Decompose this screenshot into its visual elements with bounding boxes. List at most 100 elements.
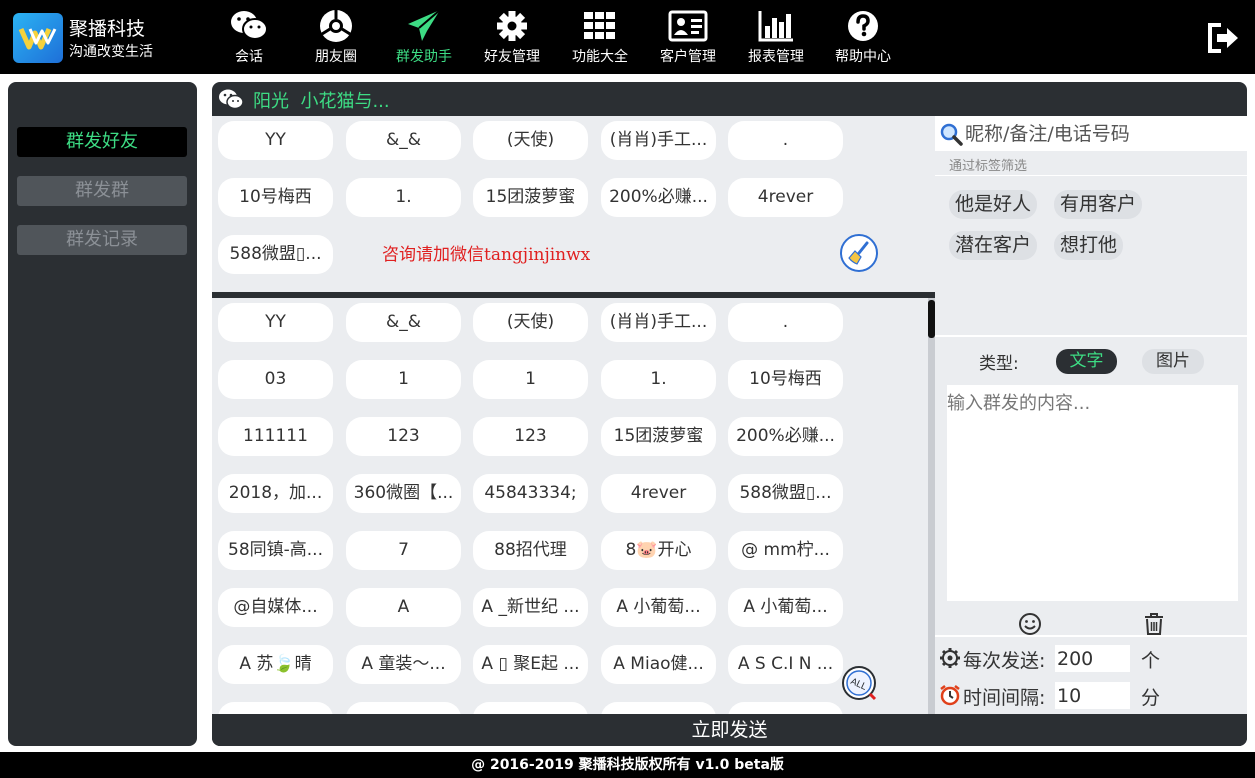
friend-chip[interactable]: A _新世纪 ... — [473, 588, 588, 627]
nav-friend-manage[interactable]: 好友管理 — [472, 8, 552, 68]
friend-chip[interactable]: YY — [218, 303, 333, 342]
interval-unit: 分 — [1141, 687, 1161, 709]
friend-chip[interactable]: (天使) — [473, 303, 588, 342]
friend-chip[interactable]: . — [728, 303, 843, 342]
type-text-button[interactable]: 文字 — [1056, 349, 1117, 374]
friend-chip[interactable]: 1 — [473, 360, 588, 399]
friend-chip[interactable]: &_& — [346, 121, 461, 160]
grid-icon — [560, 8, 640, 44]
friend-chip[interactable]: YY — [218, 121, 333, 160]
alarm-clock-icon — [939, 684, 961, 711]
friend-chip[interactable] — [218, 702, 333, 714]
friend-chip[interactable] — [601, 702, 716, 714]
friend-chip[interactable]: (肖肖)手工... — [601, 121, 716, 160]
friend-chip[interactable]: 123 — [346, 417, 461, 456]
friend-chip[interactable]: A 苏🍃晴 — [218, 645, 333, 684]
account-header: 阳光 小花猫与... — [212, 82, 1247, 116]
friend-chip[interactable] — [346, 702, 461, 714]
tag-chip[interactable]: 潜在客户 — [949, 231, 1038, 260]
friend-chip[interactable]: 58同镇-高... — [218, 531, 333, 570]
friend-chip[interactable]: 4rever — [728, 178, 843, 217]
friend-chip[interactable]: &_& — [346, 303, 461, 342]
friend-chip[interactable]: 4rever — [601, 474, 716, 513]
friend-chip[interactable]: (天使) — [473, 121, 588, 160]
friend-chip[interactable]: . — [728, 121, 843, 160]
paper-plane-icon — [384, 8, 464, 44]
friend-chip[interactable] — [728, 702, 843, 714]
moments-icon — [296, 8, 376, 44]
sidebar: 群发好友 群发群 群发记录 — [8, 82, 197, 746]
friend-chip[interactable]: @ mm柠... — [728, 531, 843, 570]
tag-filter-label: 通过标签筛选 — [949, 159, 1028, 174]
account-title: 阳光 小花猫与... — [253, 91, 390, 112]
nav-moments[interactable]: 朋友圈 — [296, 8, 376, 68]
select-all-button[interactable]: ALL — [840, 664, 878, 702]
friend-chip[interactable]: A — [346, 588, 461, 627]
friend-chip[interactable]: A 童装～... — [346, 645, 461, 684]
per-send-input[interactable] — [1055, 645, 1130, 672]
interval-input[interactable] — [1055, 682, 1130, 709]
nav-report-manage[interactable]: 报表管理 — [736, 8, 816, 68]
nav-help-center[interactable]: 帮助中心 — [823, 8, 903, 68]
friend-chip[interactable]: 588微盟▯... — [728, 474, 843, 513]
tag-chip[interactable]: 有用客户 — [1054, 190, 1143, 219]
friend-chip[interactable]: 123 — [473, 417, 588, 456]
friend-chip[interactable]: A Miao健... — [601, 645, 716, 684]
brand-slogan: 沟通改变生活 — [69, 44, 153, 60]
friend-chip[interactable]: 15团菠萝蜜 — [473, 178, 588, 217]
friend-chip[interactable]: 7 — [346, 531, 461, 570]
message-content-input[interactable] — [947, 385, 1238, 601]
nav-customer-manage[interactable]: 客户管理 — [648, 8, 728, 68]
separator — [935, 335, 1247, 337]
friend-chip[interactable]: 360微圈【... — [346, 474, 461, 513]
brand-name: 聚播科技 — [69, 18, 146, 40]
friend-chip[interactable]: A 小葡萄... — [601, 588, 716, 627]
friend-chip[interactable]: (肖肖)手工... — [601, 303, 716, 342]
friend-chip[interactable]: 1 — [346, 360, 461, 399]
friend-chip[interactable]: 8🐷开心 — [601, 531, 716, 570]
friend-chip[interactable]: @自媒体... — [218, 588, 333, 627]
logout-button[interactable] — [1205, 20, 1241, 56]
search-bar — [935, 116, 1247, 151]
friend-chip[interactable]: 03 — [218, 360, 333, 399]
nav-chat[interactable]: 会话 — [209, 8, 289, 68]
friend-chip[interactable]: 10号梅西 — [218, 178, 333, 217]
nav-label: 报表管理 — [748, 49, 804, 65]
friend-chip[interactable]: 15团菠萝蜜 — [601, 417, 716, 456]
sidebar-item-mass-friends[interactable]: 群发好友 — [17, 127, 187, 157]
sidebar-item-mass-records[interactable]: 群发记录 — [17, 225, 187, 255]
message-type-label: 类型: — [979, 354, 1019, 374]
app-logo — [13, 13, 63, 63]
friend-chip[interactable]: 200%必赚... — [728, 417, 843, 456]
friend-chip[interactable]: 10号梅西 — [728, 360, 843, 399]
scrollbar-thumb[interactable] — [928, 300, 935, 338]
nav-all-features[interactable]: 功能大全 — [560, 8, 640, 68]
friend-chip[interactable]: A 小葡萄... — [728, 588, 843, 627]
separator — [935, 635, 1247, 637]
friend-chip[interactable]: 200%必赚... — [601, 178, 716, 217]
friend-chip[interactable]: 45843334; — [473, 474, 588, 513]
friend-chip[interactable]: A S C.I N ... — [728, 645, 843, 684]
per-send-label: 每次发送: — [963, 650, 1046, 672]
type-image-button[interactable]: 图片 — [1142, 349, 1204, 374]
friend-chip[interactable]: 2018，加... — [218, 474, 333, 513]
clear-selected-button[interactable] — [840, 234, 878, 272]
broom-icon — [848, 241, 869, 265]
nav-label: 功能大全 — [572, 49, 628, 65]
friend-chip[interactable]: A ▯ 聚E起 ... — [473, 645, 588, 684]
smiley-icon — [1019, 613, 1041, 635]
friend-chip[interactable] — [473, 702, 588, 714]
friend-chip[interactable]: 1. — [346, 178, 461, 217]
send-now-button[interactable]: 立即发送 — [212, 714, 1247, 746]
friend-chip[interactable]: 88招代理 — [473, 531, 588, 570]
friend-chip[interactable]: 588微盟▯... — [218, 235, 333, 274]
promo-text: 咨询请加微信tangjinjinwx — [382, 245, 591, 265]
nav-mass-send[interactable]: 群发助手 — [384, 8, 464, 68]
tag-chip[interactable]: 他是好人 — [949, 190, 1038, 219]
friend-chip[interactable]: 111111 — [218, 417, 333, 456]
sidebar-item-mass-groups[interactable]: 群发群 — [17, 176, 187, 206]
tag-chip[interactable]: 想打他 — [1054, 231, 1124, 260]
scrollbar-track[interactable] — [928, 298, 935, 714]
friend-chip[interactable]: 1. — [601, 360, 716, 399]
search-input[interactable] — [965, 116, 1243, 151]
